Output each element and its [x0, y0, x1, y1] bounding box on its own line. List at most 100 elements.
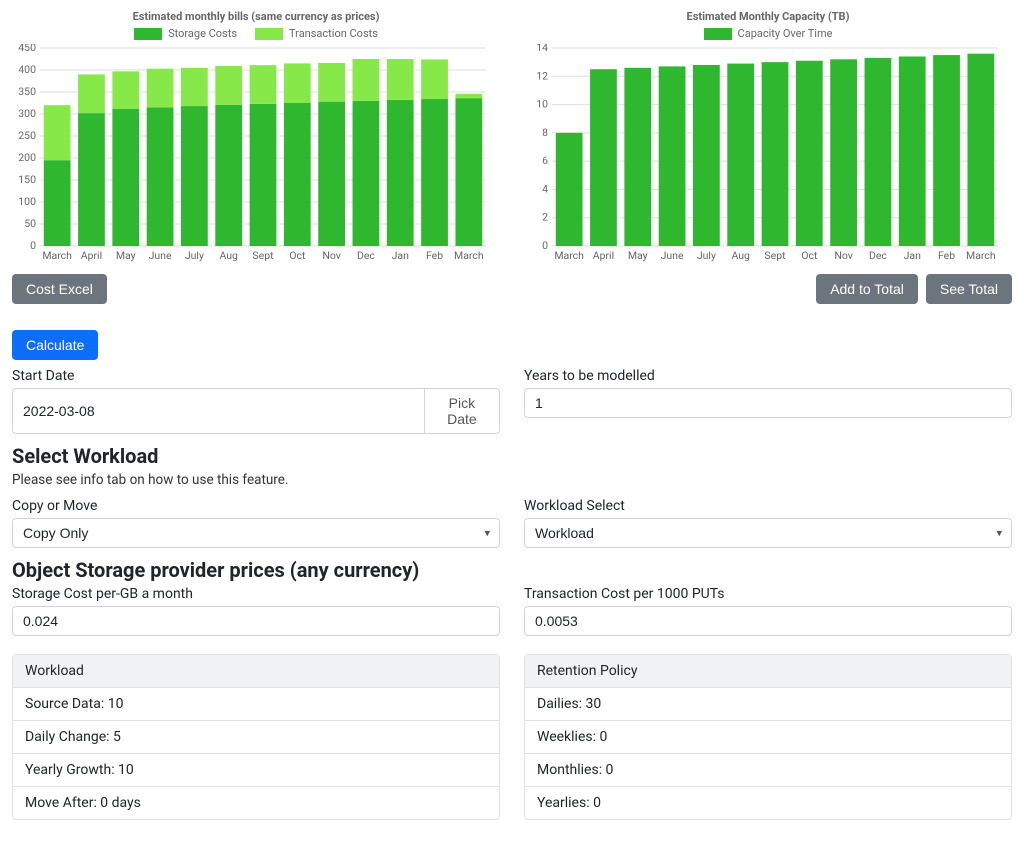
- pick-date-button[interactable]: Pick Date: [425, 388, 500, 434]
- chart-bills-title: Estimated monthly bills (same currency a…: [12, 10, 500, 23]
- chart-bar: [727, 64, 754, 246]
- svg-text:Feb: Feb: [426, 249, 443, 262]
- provider-prices-heading: Object Storage provider prices (any curr…: [12, 558, 1012, 582]
- chart-bar: [112, 71, 139, 108]
- legend-label: Transaction Costs: [289, 27, 378, 40]
- chart-bar: [250, 65, 277, 104]
- svg-text:July: July: [185, 249, 204, 262]
- list-item: Monthlies: 0: [525, 753, 1011, 786]
- legend-swatch: [134, 28, 162, 40]
- workload-summary-list: WorkloadSource Data: 10Daily Change: 5Ye…: [12, 654, 500, 820]
- chart-bar: [78, 74, 105, 113]
- see-total-button[interactable]: See Total: [926, 274, 1012, 304]
- legend-label: Capacity Over Time: [738, 27, 833, 40]
- chart-bar: [44, 160, 71, 246]
- chart-capacity-title: Estimated Monthly Capacity (TB): [524, 10, 1012, 23]
- workload-select[interactable]: [524, 518, 1012, 548]
- svg-text:14: 14: [536, 44, 548, 54]
- chart-bills: 050100150200250300350400450MarchAprilMay…: [12, 44, 492, 264]
- legend-label: Storage Costs: [168, 27, 237, 40]
- svg-text:June: June: [661, 249, 684, 262]
- workload-select-label: Workload Select: [524, 498, 1012, 514]
- chart-bar: [659, 66, 686, 246]
- svg-text:100: 100: [18, 195, 36, 208]
- svg-text:Jan: Jan: [392, 249, 410, 262]
- svg-text:Aug: Aug: [219, 249, 238, 262]
- svg-text:Oct: Oct: [289, 249, 306, 262]
- txn-cost-label: Transaction Cost per 1000 PUTs: [524, 586, 1012, 602]
- svg-text:Aug: Aug: [731, 249, 750, 262]
- chart-bar: [284, 63, 311, 103]
- calculate-button[interactable]: Calculate: [12, 330, 98, 360]
- svg-text:May: May: [116, 249, 136, 262]
- svg-text:March: March: [966, 249, 996, 262]
- svg-text:Jan: Jan: [904, 249, 922, 262]
- chart-bar: [933, 55, 960, 246]
- svg-text:Feb: Feb: [938, 249, 955, 262]
- chart-bar: [693, 65, 720, 246]
- legend-item[interactable]: Transaction Costs: [255, 27, 378, 40]
- chart-bar: [421, 59, 448, 99]
- svg-text:June: June: [149, 249, 172, 262]
- chart-bar: [353, 101, 380, 246]
- svg-text:April: April: [593, 249, 614, 262]
- svg-text:12: 12: [536, 69, 548, 82]
- storage-cost-input[interactable]: [12, 606, 500, 636]
- list-header: Workload: [13, 655, 499, 687]
- chart-bar: [899, 56, 926, 246]
- svg-text:150: 150: [18, 173, 36, 186]
- svg-text:Oct: Oct: [801, 249, 818, 262]
- add-to-total-button[interactable]: Add to Total: [816, 274, 918, 304]
- chart-bar: [455, 94, 482, 98]
- legend-item[interactable]: Storage Costs: [134, 27, 237, 40]
- select-workload-hint: Please see info tab on how to use this f…: [12, 472, 1012, 488]
- copy-move-select[interactable]: [12, 518, 500, 548]
- chart-bar: [250, 104, 277, 246]
- select-workload-heading: Select Workload: [12, 444, 1012, 468]
- chart-bar: [967, 54, 994, 246]
- svg-text:March: March: [454, 249, 484, 262]
- chart-bar: [762, 62, 789, 246]
- svg-text:8: 8: [542, 126, 548, 139]
- chart-bar: [215, 66, 242, 105]
- legend-swatch: [704, 28, 732, 40]
- chart-bar: [796, 61, 823, 246]
- cost-excel-button[interactable]: Cost Excel: [12, 274, 107, 304]
- list-item: Dailies: 30: [525, 687, 1011, 720]
- chart-bar: [284, 103, 311, 246]
- txn-cost-input[interactable]: [524, 606, 1012, 636]
- list-item: Move After: 0 days: [13, 786, 499, 819]
- years-label: Years to be modelled: [524, 368, 1012, 384]
- svg-text:50: 50: [24, 217, 36, 230]
- svg-text:Sept: Sept: [252, 249, 274, 262]
- chart-bar: [215, 105, 242, 246]
- svg-text:Sept: Sept: [764, 249, 786, 262]
- svg-text:6: 6: [542, 154, 548, 167]
- svg-text:March: March: [554, 249, 584, 262]
- legend-item[interactable]: Capacity Over Time: [704, 27, 833, 40]
- svg-text:May: May: [628, 249, 648, 262]
- list-item: Yearly Growth: 10: [13, 753, 499, 786]
- chart-bar: [78, 113, 105, 246]
- svg-text:450: 450: [18, 44, 36, 54]
- svg-text:0: 0: [542, 239, 548, 252]
- svg-text:Nov: Nov: [322, 249, 341, 262]
- svg-text:10: 10: [536, 98, 548, 111]
- copy-move-label: Copy or Move: [12, 498, 500, 514]
- list-header: Retention Policy: [525, 655, 1011, 687]
- chart-bar: [387, 59, 414, 100]
- start-date-input[interactable]: [12, 388, 425, 434]
- chart-bar: [181, 68, 208, 106]
- svg-text:Dec: Dec: [357, 249, 375, 262]
- chart-bar: [44, 105, 71, 160]
- retention-summary-list: Retention PolicyDailies: 30Weeklies: 0Mo…: [524, 654, 1012, 820]
- storage-cost-label: Storage Cost per-GB a month: [12, 586, 500, 602]
- chart-bar: [624, 68, 651, 246]
- chart-bar: [556, 133, 583, 246]
- svg-text:200: 200: [18, 151, 36, 164]
- list-item: Weeklies: 0: [525, 720, 1011, 753]
- years-input[interactable]: [524, 388, 1012, 418]
- chart-bar: [181, 106, 208, 246]
- chart-capacity-panel: Estimated Monthly Capacity (TB) Capacity…: [524, 8, 1012, 268]
- svg-text:250: 250: [18, 129, 36, 142]
